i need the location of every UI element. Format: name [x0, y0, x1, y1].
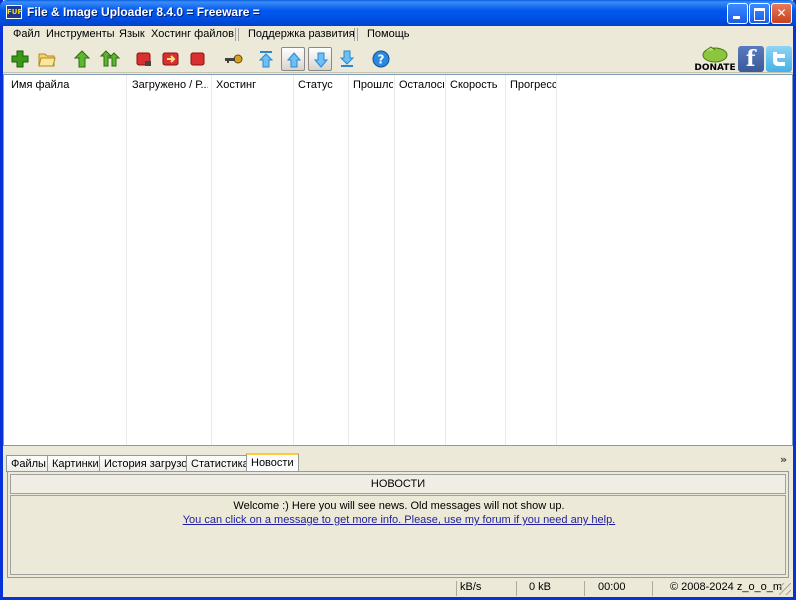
news-header: НОВОСТИ [10, 474, 786, 494]
column-divider [126, 75, 127, 445]
accounts-button[interactable] [221, 47, 245, 71]
toolbar: ? DONATE f [3, 45, 793, 73]
twitter-button[interactable] [766, 46, 792, 72]
key-icon [225, 54, 243, 64]
status-time: 00:00 [584, 581, 652, 596]
news-message-link[interactable]: You can click on a message to get more i… [11, 514, 787, 526]
column-divider [348, 75, 349, 445]
column-divider [394, 75, 395, 445]
menu-language[interactable]: Язык [119, 28, 145, 40]
tab-pictures[interactable]: Картинки [47, 455, 104, 472]
column-header-elapsed[interactable]: Прошло [353, 79, 393, 91]
twitter-icon [773, 52, 785, 66]
status-size: 0 kB [516, 581, 584, 596]
file-list[interactable]: Имя файла Загружено / Р... Хостинг Стату… [3, 74, 793, 446]
move-up-button[interactable] [281, 47, 305, 71]
column-divider [293, 75, 294, 445]
menu-separator [235, 28, 239, 41]
stop-all-button[interactable] [186, 47, 210, 71]
stop-button[interactable] [132, 47, 156, 71]
stop-next-button[interactable] [159, 47, 183, 71]
move-bottom-button[interactable] [335, 47, 359, 71]
column-header-filename[interactable]: Имя файла [11, 79, 123, 91]
column-header-speed[interactable]: Скорость [450, 79, 504, 91]
upload-all-icon [100, 50, 120, 67]
move-down-button[interactable] [308, 47, 332, 71]
menu-separator [354, 28, 358, 41]
status-bar: kB/s 0 kB 00:00 © 2008-2024 z_o_o_m [3, 579, 793, 597]
close-button[interactable]: ✕ [771, 3, 792, 24]
help-button[interactable]: ? [369, 47, 393, 71]
column-header-hosting[interactable]: Хостинг [216, 79, 290, 91]
menu-help[interactable]: Помощь [367, 28, 410, 40]
add-files-button[interactable] [8, 47, 32, 71]
close-icon: ✕ [776, 6, 787, 20]
collapse-panel-icon[interactable]: » [780, 453, 787, 466]
add-icon [11, 50, 29, 68]
upload-icon [73, 50, 91, 68]
column-header-remaining[interactable]: Осталось [399, 79, 444, 91]
menu-file[interactable]: Файл [13, 28, 40, 40]
tab-upload-history[interactable]: История загрузок [99, 455, 198, 472]
status-speed: kB/s [456, 581, 516, 596]
menu-tools[interactable]: Инструменты [46, 28, 115, 40]
column-divider [556, 75, 557, 445]
svg-text:?: ? [378, 53, 385, 67]
column-divider [505, 75, 506, 445]
tab-news[interactable]: Новости [246, 453, 299, 472]
maximize-button[interactable] [749, 3, 770, 24]
facebook-button[interactable]: f [738, 46, 764, 72]
stop-next-icon [162, 52, 179, 66]
minimize-icon [728, 4, 747, 23]
column-divider [211, 75, 212, 445]
column-header-status[interactable]: Статус [298, 79, 346, 91]
column-header-uploaded[interactable]: Загружено / Р... [132, 79, 208, 91]
app-window: FUP File & Image Uploader 8.4.0 = Freewa… [0, 0, 796, 600]
menu-bar: Файл Инструменты Язык Хостинг файлов Под… [3, 26, 793, 45]
column-divider [445, 75, 446, 445]
move-down-icon [313, 52, 329, 68]
upload-button[interactable] [70, 47, 94, 71]
tab-files[interactable]: Файлы [6, 455, 51, 472]
app-icon: FUP [6, 5, 23, 19]
donate-label: DONATE [694, 63, 736, 73]
stop-icon [136, 52, 151, 66]
menu-support[interactable]: Поддержка развития [248, 28, 355, 40]
news-panel: НОВОСТИ Welcome :) Here you will see new… [7, 471, 789, 578]
status-copyright: © 2008-2024 z_o_o_m [652, 581, 782, 596]
menu-file-hosting[interactable]: Хостинг файлов [151, 28, 234, 40]
donate-icon [702, 46, 728, 63]
resize-grip-icon[interactable] [779, 583, 791, 595]
news-list: Welcome :) Here you will see news. Old m… [10, 495, 786, 575]
bottom-tabs: Файлы Картинки История загрузок Статисти… [3, 453, 793, 472]
title-bar[interactable]: FUP File & Image Uploader 8.4.0 = Freewa… [0, 0, 796, 26]
move-top-button[interactable] [254, 47, 278, 71]
move-top-icon [258, 51, 274, 68]
help-icon: ? [372, 50, 390, 68]
open-folder-button[interactable] [35, 47, 59, 71]
upload-all-button[interactable] [97, 47, 121, 71]
donate-button[interactable]: DONATE [693, 45, 737, 73]
tab-statistics[interactable]: Статистика [186, 455, 254, 472]
news-message[interactable]: Welcome :) Here you will see news. Old m… [11, 500, 787, 512]
minimize-button[interactable] [727, 3, 748, 24]
facebook-icon: f [746, 46, 756, 72]
move-up-icon [286, 52, 302, 68]
maximize-icon [750, 4, 769, 23]
column-header-progress[interactable]: Прогресс [510, 79, 556, 91]
stop-all-icon [190, 52, 205, 66]
open-folder-icon [38, 53, 56, 67]
window-title: File & Image Uploader 8.4.0 = Freeware = [27, 5, 260, 19]
move-bottom-icon [339, 50, 355, 67]
